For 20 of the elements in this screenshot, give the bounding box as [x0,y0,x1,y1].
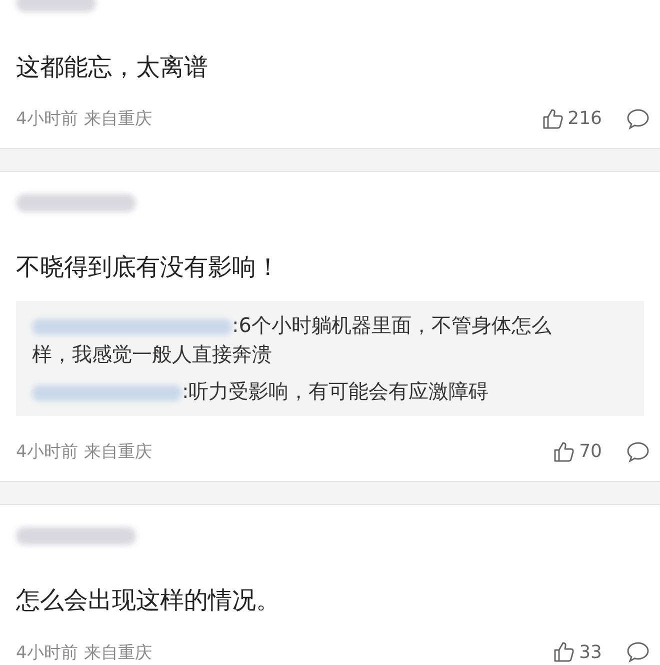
thumbs-up-icon[interactable] [553,641,576,664]
comment-bubble-icon[interactable] [626,641,650,664]
like-count: 216 [568,108,602,130]
comment-location: 来自重庆 [84,108,152,130]
comment-bubble-icon[interactable] [626,108,650,130]
thumbs-up-icon[interactable] [553,440,576,463]
reply-text: :6个小时躺机器里面，不管身体怎么样，我感觉一般人直接奔溃 [32,312,552,368]
comment-time: 4小时前 [16,441,78,464]
thumbs-up-icon[interactable] [542,108,564,130]
comment-text: 怎么会出现这样的情况。 [16,585,281,616]
comment-location: 来自重庆 [84,441,152,464]
reply-text: :听力受影响，有可能会有应激障碍 [32,377,584,406]
like-count: 33 [579,642,602,663]
comment-text: 这都能忘，太离谱 [16,52,209,83]
comment-time: 4小时前 [16,642,78,664]
comment-bubble-icon[interactable] [626,440,650,463]
comment-location: 来自重庆 [84,642,152,664]
like-count: 70 [579,441,602,462]
comment-time: 4小时前 [16,108,78,130]
comment-text: 不晓得到底有没有影响！ [16,252,281,284]
